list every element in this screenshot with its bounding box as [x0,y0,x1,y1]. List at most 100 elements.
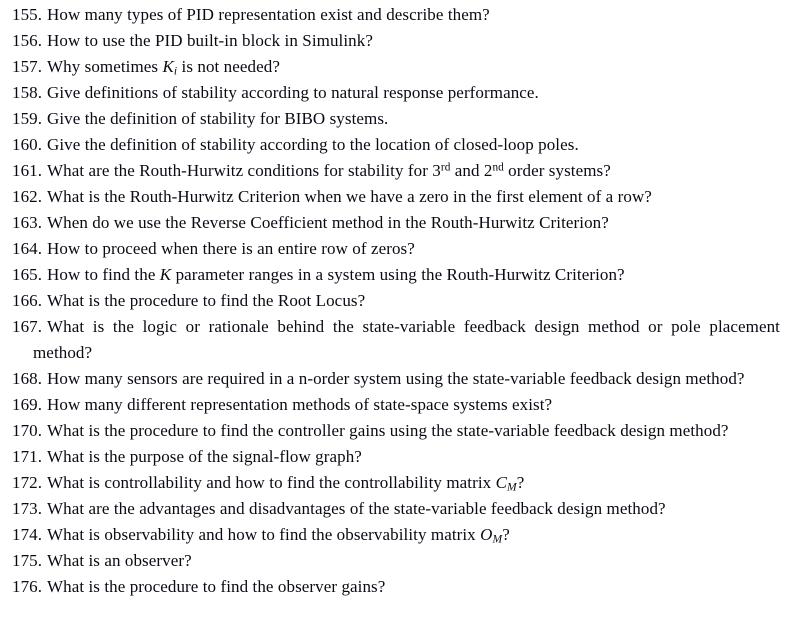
question-text: How many different representation method… [33,395,552,414]
question-text: When do we use the Reverse Coefficient m… [33,213,609,232]
text-run: How to find the [47,265,160,284]
text-run: Give the definition of stability for BIB… [47,109,389,128]
text-run: What is the Routh-Hurwitz Criterion when… [47,187,652,206]
question-item: 174. What is observability and how to fin… [12,522,780,548]
text-run: What is the purpose of the signal-flow g… [47,447,362,466]
question-text: What is the procedure to find the Root L… [33,291,365,310]
question-text: How to use the PID built-in block in Sim… [33,31,373,50]
question-text: How many types of PID representation exi… [33,5,490,24]
text-run: What are the Routh-Hurwitz conditions fo… [47,161,441,180]
question-number: 176. [12,577,43,596]
text-run: What are the advantages and disadvantage… [47,499,666,518]
question-number: 164. [12,239,43,258]
math-subscript: M [492,532,503,546]
question-number: 165. [12,265,43,284]
question-item: 168. How many sensors are required in a n… [12,366,780,392]
text-run: What is the procedure to find the Root L… [47,291,366,310]
question-text: Give definitions of stability according … [33,83,539,102]
question-item: 158. Give definitions of stability accord… [12,80,780,106]
text-run: How many types of PID representation exi… [47,5,490,24]
text-run: How many sensors are required in a n-ord… [47,369,745,388]
ordinal-superscript: nd [492,161,504,174]
question-number: 160. [12,135,43,154]
question-number: 161. [12,161,43,180]
question-text: Why sometimes Ki is not needed? [33,57,280,77]
text-run: ? [502,525,510,544]
question-item: 170. What is the procedure to find the co… [12,418,780,444]
text-run: How to proceed when there is an entire r… [47,239,415,258]
question-text: What is the logic or rationale behind th… [33,317,780,362]
question-text: What is the Routh-Hurwitz Criterion when… [33,187,652,206]
text-run: What is controllability and how to find … [47,473,496,492]
question-item: 169. How many different representation me… [12,392,780,418]
question-number: 162. [12,187,43,206]
text-run: Give the definition of stability accordi… [47,135,579,154]
question-item: 172. What is controllability and how to f… [12,470,780,496]
text-run: What is the procedure to find the contro… [47,421,729,440]
text-run: What is the logic or rationale behind th… [33,317,780,362]
question-text: What are the advantages and disadvantage… [33,499,666,518]
question-item: 163. When do we use the Reverse Coefficie… [12,210,780,236]
question-item: 176. What is the procedure to find the ob… [12,574,780,600]
question-text: What is the procedure to find the contro… [33,421,729,440]
question-item: 166. What is the procedure to find the Ro… [12,288,780,314]
question-text: What is the purpose of the signal-flow g… [33,447,362,466]
question-number: 158. [12,83,43,102]
math-subscript: M [507,480,517,494]
question-item: 161. What are the Routh-Hurwitz condition… [12,158,780,184]
question-number: 166. [12,291,43,310]
question-number: 174. [12,525,43,544]
question-text: How to find the K parameter ranges in a … [33,265,625,284]
text-run: ? [516,473,525,492]
text-run: is not needed? [177,57,280,76]
document-page: 155. How many types of PID representation… [0,0,802,621]
question-text: What is the procedure to find the observ… [33,577,385,596]
text-run: When do we use the Reverse Coefficient m… [47,213,609,232]
text-run: What is observability and how to find th… [47,525,481,544]
text-run: parameter ranges in a system using the R… [171,265,625,284]
question-number: 168. [12,369,43,388]
question-item: 175. What is an observer? [12,548,780,574]
text-run: Give definitions of stability according … [47,83,539,102]
question-number: 171. [12,447,43,466]
question-item: 159. Give the definition of stability for… [12,106,780,132]
question-number: 156. [12,31,43,50]
question-number: 169. [12,395,43,414]
text-run: How to use the PID built-in block in Sim… [47,31,373,50]
text-run: and 2 [450,161,493,180]
question-item: 155. How many types of PID representation… [12,2,780,28]
text-run: How many different representation method… [47,395,553,414]
question-item: 156. How to use the PID built-in block in… [12,28,780,54]
math-symbol: K [159,265,172,284]
math-symbol: O [480,525,493,544]
text-run: Why sometimes [47,57,163,76]
question-item: 165. How to find the K parameter ranges i… [12,262,780,288]
question-text: What is observability and how to find th… [33,525,510,546]
text-run: order systems? [503,161,611,180]
question-text: How to proceed when there is an entire r… [33,239,415,258]
question-text: What is controllability and how to find … [33,473,525,494]
question-number: 175. [12,551,43,570]
question-number: 159. [12,109,43,128]
question-item: 171. What is the purpose of the signal-fl… [12,444,780,470]
text-run: What is the procedure to find the observ… [47,577,386,596]
question-number: 157. [12,57,43,76]
question-item: 173. What are the advantages and disadvan… [12,496,780,522]
question-item: 157. Why sometimes Ki is not needed? [12,54,780,80]
question-text: What are the Routh-Hurwitz conditions fo… [33,161,611,180]
question-item: 162. What is the Routh-Hurwitz Criterion … [12,184,780,210]
question-list: 155. How many types of PID representation… [12,2,780,600]
question-text: Give the definition of stability accordi… [33,135,579,154]
question-number: 172. [12,473,43,492]
question-item: 160. Give the definition of stability acc… [12,132,780,158]
question-number: 155. [12,5,43,24]
question-text: What is an observer? [33,551,192,570]
question-item: 167. What is the logic or rationale behin… [12,314,780,366]
question-number: 163. [12,213,43,232]
question-text: How many sensors are required in a n-ord… [33,369,745,388]
question-text: Give the definition of stability for BIB… [33,109,388,128]
question-item: 164. How to proceed when there is an enti… [12,236,780,262]
ordinal-superscript: rd [440,161,451,174]
text-run: What is an observer? [47,551,192,570]
question-number: 173. [12,499,43,518]
